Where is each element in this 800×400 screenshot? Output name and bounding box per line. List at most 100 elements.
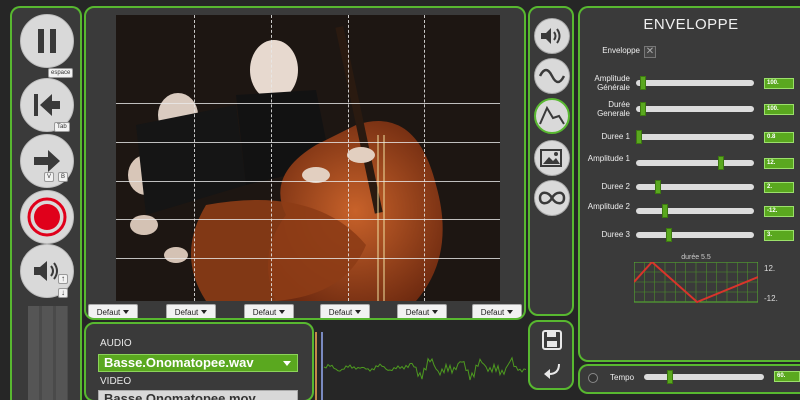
slider-thumb[interactable] bbox=[666, 228, 673, 242]
envelope-title: ENVELOPPE bbox=[643, 16, 739, 33]
envelope-row-value[interactable]: 12. bbox=[764, 158, 794, 169]
image-tool-button[interactable] bbox=[534, 140, 570, 176]
infinity-icon bbox=[538, 191, 566, 205]
slider-thumb[interactable] bbox=[636, 130, 642, 144]
app-root: espace Tab V B ↑ ↓ Defaut Defaut Defaut … bbox=[0, 0, 800, 400]
envelope-row-value[interactable]: -12. bbox=[764, 206, 794, 217]
tempo-indicator[interactable] bbox=[588, 373, 598, 383]
envelope-panel: ENVELOPPE Enveloppe ✕ Amplitude Générale… bbox=[578, 6, 800, 362]
envelope-chart: durée 5.5 12. -12. bbox=[634, 254, 778, 304]
pause-icon bbox=[38, 29, 56, 53]
envelope-row-slider[interactable] bbox=[636, 76, 754, 90]
envelope-row-value[interactable]: 100. bbox=[764, 104, 794, 115]
grid-line bbox=[116, 181, 500, 182]
chart-plot bbox=[634, 262, 758, 304]
envelope-row-value[interactable]: 3. bbox=[764, 230, 794, 241]
slider-thumb[interactable] bbox=[640, 76, 647, 90]
slider-thumb[interactable] bbox=[655, 180, 662, 194]
envelope-row-slider[interactable] bbox=[636, 204, 754, 218]
envelope-row-value[interactable]: 100. bbox=[764, 78, 794, 89]
chevron-down-icon bbox=[355, 310, 362, 314]
tool-panel bbox=[528, 6, 574, 316]
envelope-row-slider[interactable] bbox=[636, 180, 754, 194]
undo-icon bbox=[544, 363, 560, 379]
oscillator-tool-button[interactable] bbox=[534, 58, 570, 94]
video-frame[interactable] bbox=[116, 15, 500, 301]
rewind-key-hint: Tab bbox=[54, 122, 70, 132]
track-dropdown-6[interactable]: Defaut bbox=[472, 304, 522, 318]
record-button[interactable] bbox=[20, 190, 74, 244]
slider-thumb[interactable] bbox=[661, 204, 668, 218]
track-dropdown-5[interactable]: Defaut bbox=[397, 304, 447, 318]
envelope-row-label: Duree 2 bbox=[601, 182, 630, 191]
envelope-row-label: Duree 3 bbox=[601, 230, 630, 239]
level-meter bbox=[28, 306, 68, 400]
grid-line bbox=[116, 142, 500, 143]
envelope-enable-checkbox[interactable]: ✕ bbox=[644, 46, 656, 58]
tempo-value[interactable]: 60. bbox=[774, 371, 800, 382]
grid-line bbox=[116, 103, 500, 104]
slider-thumb[interactable] bbox=[640, 102, 647, 116]
volume-down-icon[interactable]: ↓ bbox=[58, 288, 68, 298]
audio-file-select[interactable]: Basse.Onomatopee.wav bbox=[98, 354, 298, 372]
track-dropdown-2[interactable]: Defaut bbox=[166, 304, 216, 318]
slider-thumb[interactable] bbox=[717, 156, 724, 170]
track-dropdown-3[interactable]: Defaut bbox=[244, 304, 294, 318]
envelope-row-value[interactable]: 2. bbox=[764, 182, 794, 193]
tempo-slider[interactable] bbox=[644, 370, 764, 384]
undo-button[interactable] bbox=[542, 360, 562, 385]
envelope-row-label: Amplitude 1 bbox=[587, 154, 630, 163]
grid-line bbox=[348, 15, 349, 301]
audio-label: AUDIO bbox=[100, 338, 132, 349]
grid-line bbox=[271, 15, 272, 301]
envelope-shape-icon bbox=[539, 106, 565, 125]
chevron-down-icon bbox=[123, 310, 130, 314]
tempo-label: Tempo bbox=[610, 373, 635, 382]
sine-wave-icon bbox=[539, 68, 565, 84]
envelope-row-label: Amplitude Générale bbox=[594, 74, 630, 92]
envelope-row-label: Amplitude 2 bbox=[587, 202, 630, 211]
envelope-tool-button[interactable] bbox=[534, 98, 570, 134]
track-dropdown-4[interactable]: Defaut bbox=[320, 304, 370, 318]
image-icon bbox=[540, 149, 562, 167]
video-file-select[interactable]: Basse.Onomatopee.mov bbox=[98, 390, 298, 400]
forward-arrow-icon bbox=[34, 150, 60, 172]
forward-key-hint-b: B bbox=[58, 172, 69, 182]
loop-tool-button[interactable] bbox=[534, 180, 570, 216]
volume-up-icon[interactable]: ↑ bbox=[58, 274, 68, 284]
chart-ymin-label: -12. bbox=[764, 294, 778, 303]
grid-line bbox=[424, 15, 425, 301]
chevron-down-icon bbox=[201, 310, 208, 314]
envelope-row-slider[interactable] bbox=[636, 130, 754, 144]
envelope-enable-label: Enveloppe bbox=[602, 46, 640, 55]
envelope-row-label: Duree 1 bbox=[601, 132, 630, 141]
pause-key-hint: espace bbox=[48, 68, 74, 78]
waveform-graphic bbox=[315, 332, 527, 400]
chart-title: durée 5.5 bbox=[681, 254, 711, 261]
speaker-icon bbox=[541, 28, 561, 44]
video-label: VIDEO bbox=[100, 376, 132, 387]
track-dropdown-1[interactable]: Defaut bbox=[88, 304, 138, 318]
tempo-slider-thumb[interactable] bbox=[666, 370, 673, 384]
envelope-row-slider[interactable] bbox=[636, 156, 754, 170]
pause-button[interactable] bbox=[20, 14, 74, 68]
chevron-down-icon bbox=[507, 310, 514, 314]
envelope-row-slider[interactable] bbox=[636, 102, 754, 116]
envelope-row-label: Durée Generale bbox=[597, 100, 630, 118]
transport-panel: espace Tab V B ↑ ↓ bbox=[10, 6, 82, 400]
sound-tool-button[interactable] bbox=[534, 18, 570, 54]
envelope-row-value[interactable]: 0.8 bbox=[764, 132, 794, 143]
grid-line bbox=[116, 219, 500, 220]
media-panel: AUDIO Basse.Onomatopee.wav VIDEO Basse.O… bbox=[84, 322, 314, 400]
envelope-row-slider[interactable] bbox=[636, 228, 754, 242]
tempo-panel: Tempo 60. bbox=[578, 364, 800, 394]
grid-line bbox=[116, 258, 500, 259]
chevron-down-icon bbox=[279, 310, 286, 314]
chevron-down-icon bbox=[283, 361, 291, 366]
save-icon bbox=[542, 330, 562, 350]
video-panel: Defaut Defaut Defaut Defaut Defaut Defau… bbox=[84, 6, 526, 320]
audio-waveform[interactable] bbox=[314, 322, 527, 400]
forward-key-hint-v: V bbox=[44, 172, 55, 182]
save-button[interactable] bbox=[542, 330, 562, 355]
file-panel bbox=[528, 320, 574, 390]
